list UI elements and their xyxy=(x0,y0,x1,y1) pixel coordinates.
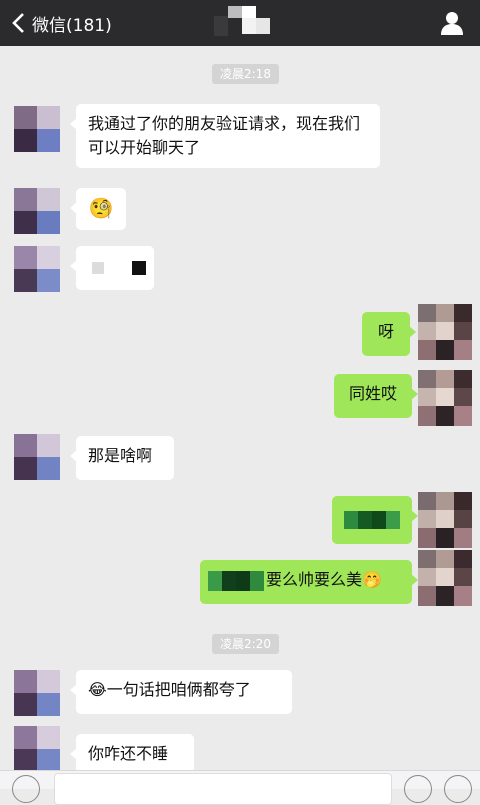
message-text: 同姓哎 xyxy=(348,384,397,403)
message-bubble-outgoing[interactable] xyxy=(332,496,418,544)
input-bar xyxy=(0,770,480,805)
message-bubble-outgoing[interactable]: 同姓哎 xyxy=(334,374,418,418)
redacted-content xyxy=(208,570,264,591)
chevron-left-icon xyxy=(12,13,24,33)
my-avatar[interactable] xyxy=(418,304,472,360)
my-avatar[interactable] xyxy=(418,550,472,606)
redacted-content xyxy=(344,511,400,529)
message-bubble-incoming[interactable]: 🧐 xyxy=(70,188,126,230)
my-avatar[interactable] xyxy=(418,492,472,548)
message-input[interactable] xyxy=(54,773,392,805)
message-bubble-incoming[interactable]: 我通过了你的朋友验证请求，现在我们可以开始聊天了 xyxy=(70,104,380,168)
contact-avatar[interactable] xyxy=(14,246,60,292)
message-bubble-incoming[interactable]: 😂一句话把咱俩都夸了 xyxy=(70,670,292,714)
message-text: 你咋还不睡 xyxy=(88,744,169,763)
emoji-monocle: 🧐 xyxy=(88,196,114,220)
my-avatar[interactable] xyxy=(418,370,472,426)
emoji-icon[interactable] xyxy=(404,775,432,803)
emoji-cover-mouth: 🤭 xyxy=(362,570,382,589)
message-text: 那是啥啊 xyxy=(88,446,153,465)
back-label: 微信(181) xyxy=(32,15,112,36)
message-text: 我通过了你的朋友验证请求，现在我们可以开始聊天了 xyxy=(88,114,361,157)
person-icon[interactable] xyxy=(440,10,464,36)
voice-icon[interactable] xyxy=(12,775,40,803)
redacted-content xyxy=(92,261,146,275)
contact-avatar[interactable] xyxy=(14,188,60,234)
timestamp: 凌晨2:20 xyxy=(212,634,279,654)
timestamp: 凌晨2:18 xyxy=(212,64,279,84)
back-button[interactable]: 微信(181) xyxy=(10,8,112,38)
chat-header: 微信(181) xyxy=(0,0,480,46)
contact-avatar[interactable] xyxy=(14,434,60,480)
contact-avatar[interactable] xyxy=(14,726,60,772)
message-text: 呀 xyxy=(377,322,394,341)
emoji-tears-of-joy: 😂 xyxy=(88,680,107,699)
contact-avatar[interactable] xyxy=(14,670,60,716)
message-bubble-outgoing[interactable]: 要么帅要么美🤭 xyxy=(200,560,418,604)
chat-title-redacted xyxy=(214,6,270,36)
message-text: 要么帅要么美 xyxy=(266,570,363,589)
message-bubble-outgoing[interactable]: 呀 xyxy=(362,312,416,356)
message-bubble-incoming[interactable]: 那是啥啊 xyxy=(70,436,174,480)
message-text: 一句话把咱俩都夸了 xyxy=(106,680,251,699)
plus-icon[interactable] xyxy=(444,775,472,803)
contact-avatar[interactable] xyxy=(14,106,60,152)
message-bubble-incoming[interactable] xyxy=(70,246,154,290)
